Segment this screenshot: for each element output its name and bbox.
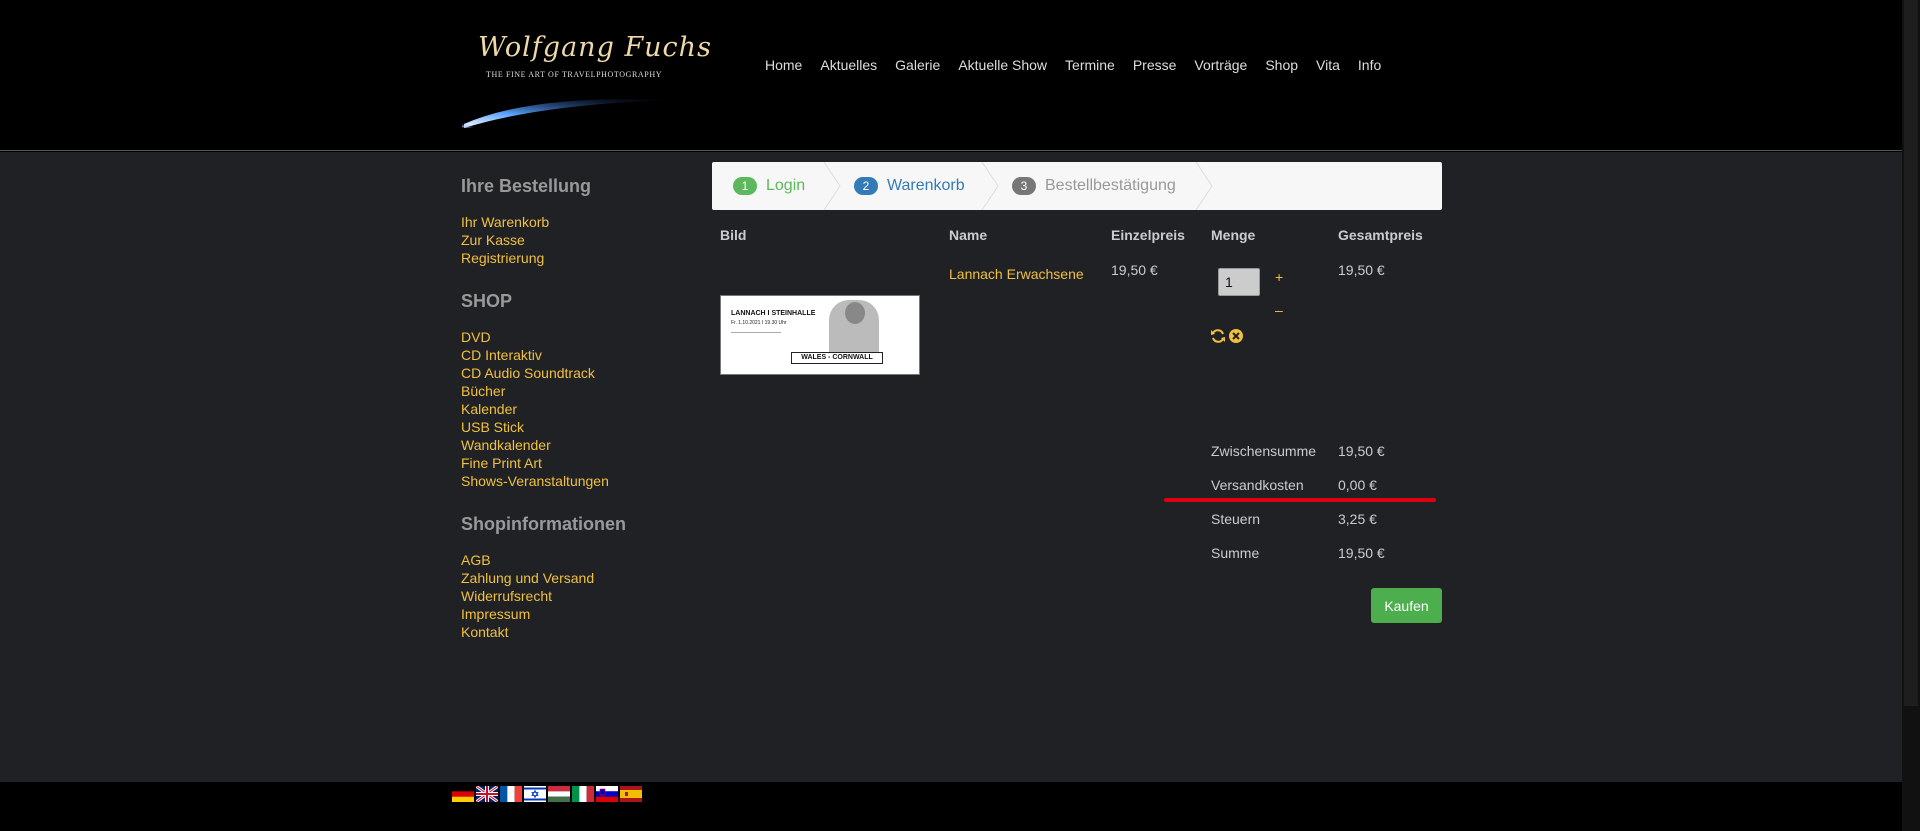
- sidebar-list-bestellung: Ihr Warenkorb Zur Kasse Registrierung: [461, 213, 691, 267]
- flag-de-icon[interactable]: [452, 786, 474, 802]
- buy-button[interactable]: Kaufen: [1371, 588, 1442, 623]
- quantity-input[interactable]: [1218, 268, 1260, 296]
- ticket-date: Fr. 1.10.2021 I 19.30 Uhr: [731, 320, 787, 326]
- summary-label-versandkosten: Versandkosten: [1211, 477, 1304, 493]
- flag-gb-icon[interactable]: [476, 786, 498, 802]
- flag-es-icon[interactable]: [620, 786, 642, 802]
- step-badge-1: 1: [733, 177, 757, 195]
- nav-vortraege[interactable]: Vorträge: [1194, 57, 1247, 73]
- summary-value-summe: 19,50 €: [1338, 545, 1385, 561]
- summary-value-versandkosten: 0,00 €: [1338, 477, 1377, 493]
- nav-shop[interactable]: Shop: [1265, 57, 1298, 73]
- site-footer: [0, 782, 1902, 831]
- flag-it-icon[interactable]: [572, 786, 594, 802]
- sidebar-item-fine-print-art[interactable]: Fine Print Art: [461, 455, 542, 471]
- ticket-show-title: WALES - CORNWALL: [791, 352, 883, 364]
- summary-label-steuern: Steuern: [1211, 511, 1261, 527]
- product-name-link[interactable]: Lannach Erwachsene: [949, 266, 1084, 282]
- ticket-lines: [731, 332, 781, 368]
- summary-value-zwischensumme: 19,50 €: [1338, 443, 1385, 459]
- nav-vita[interactable]: Vita: [1316, 57, 1340, 73]
- ticket-portrait-head: [845, 302, 865, 324]
- scrollbar-thumb[interactable]: [1904, 0, 1918, 706]
- sidebar-item-warenkorb[interactable]: Ihr Warenkorb: [461, 214, 549, 230]
- sidebar-item-usb-stick[interactable]: USB Stick: [461, 419, 524, 435]
- logo-title: Wolfgang Fuchs: [478, 32, 712, 63]
- unit-price: 19,50 €: [1111, 262, 1158, 278]
- sidebar-heading-shop: SHOP: [461, 291, 513, 311]
- col-header-bild: Bild: [720, 227, 747, 243]
- step-label-bestaetigung: Bestellbestätigung: [1045, 177, 1176, 194]
- summary-label-zwischensumme: Zwischensumme: [1211, 443, 1317, 459]
- nav-info[interactable]: Info: [1358, 57, 1381, 73]
- nav-galerie[interactable]: Galerie: [895, 57, 940, 73]
- sidebar-item-cd-audio[interactable]: CD Audio Soundtrack: [461, 365, 595, 381]
- language-flags: [452, 786, 644, 802]
- nav-home[interactable]: Home: [765, 57, 802, 73]
- flag-hu-icon[interactable]: [548, 786, 570, 802]
- nav-presse[interactable]: Presse: [1133, 57, 1177, 73]
- step-bestaetigung[interactable]: 3 Bestellbestätigung: [1012, 162, 1176, 210]
- flag-il-icon[interactable]: [524, 786, 546, 802]
- sidebar-item-dvd[interactable]: DVD: [461, 329, 491, 345]
- logo-light-arc-icon: [462, 99, 674, 128]
- ticket-venue: LANNACH I STEINHALLE: [731, 310, 816, 317]
- main-nav: Home Aktuelles Galerie Aktuelle Show Ter…: [756, 57, 1390, 73]
- sidebar-item-agb[interactable]: AGB: [461, 552, 491, 568]
- remove-item-icon[interactable]: [1228, 328, 1244, 344]
- col-header-name: Name: [949, 227, 988, 243]
- step-warenkorb[interactable]: 2 Warenkorb: [854, 162, 965, 210]
- nav-aktuelle-show[interactable]: Aktuelle Show: [958, 57, 1047, 73]
- sidebar-item-cd-interaktiv[interactable]: CD Interaktiv: [461, 347, 542, 363]
- sidebar-list-shopinfo: AGB Zahlung und Versand Widerrufsrecht I…: [461, 551, 691, 641]
- checkout-steps: 1 Login 2 Warenkorb 3 Bestellbestätigung: [712, 162, 1442, 210]
- site-header: Wolfgang Fuchs THE FINE ART OF TRAVELPHO…: [0, 0, 1902, 151]
- sidebar-item-zur-kasse[interactable]: Zur Kasse: [461, 232, 525, 248]
- sidebar-heading-shopinfo: Shopinformationen: [461, 514, 626, 534]
- sidebar-item-kalender[interactable]: Kalender: [461, 401, 517, 417]
- sidebar-item-wandkalender[interactable]: Wandkalender: [461, 437, 551, 453]
- sidebar-item-widerruf[interactable]: Widerrufsrecht: [461, 588, 552, 604]
- col-header-einzelpreis: Einzelpreis: [1111, 227, 1185, 243]
- step-badge-2: 2: [854, 177, 878, 195]
- step-login[interactable]: 1 Login: [733, 162, 805, 210]
- product-image[interactable]: LANNACH I STEINHALLE Fr. 1.10.2021 I 19.…: [720, 295, 920, 375]
- refresh-icon[interactable]: [1210, 328, 1226, 344]
- step-badge-3: 3: [1012, 177, 1036, 195]
- highlight-underline: [1164, 498, 1436, 502]
- step-label-warenkorb: Warenkorb: [887, 177, 965, 194]
- col-header-menge: Menge: [1211, 227, 1256, 243]
- sidebar-item-zahlung[interactable]: Zahlung und Versand: [461, 570, 594, 586]
- sidebar-item-impressum[interactable]: Impressum: [461, 606, 530, 622]
- step-separator-icon: [981, 162, 999, 210]
- step-separator-icon: [1195, 162, 1213, 210]
- site-logo[interactable]: Wolfgang Fuchs THE FINE ART OF TRAVELPHO…: [462, 28, 711, 128]
- nav-termine[interactable]: Termine: [1065, 57, 1115, 73]
- sidebar-list-shop: DVD CD Interaktiv CD Audio Soundtrack Bü…: [461, 328, 691, 490]
- flag-si-icon[interactable]: [596, 786, 618, 802]
- quantity-decrease-button[interactable]: –: [1275, 302, 1283, 318]
- quantity-increase-button[interactable]: +: [1275, 269, 1283, 285]
- nav-aktuelles[interactable]: Aktuelles: [820, 57, 877, 73]
- summary-value-steuern: 3,25 €: [1338, 511, 1377, 527]
- sidebar-item-registrierung[interactable]: Registrierung: [461, 250, 544, 266]
- step-separator-icon: [823, 162, 841, 210]
- step-label-login: Login: [766, 177, 806, 194]
- page-scrollbar[interactable]: [1902, 0, 1920, 831]
- col-header-gesamtpreis: Gesamtpreis: [1338, 227, 1423, 243]
- sidebar-item-kontakt[interactable]: Kontakt: [461, 624, 508, 640]
- sidebar-item-buecher[interactable]: Bücher: [461, 383, 505, 399]
- summary-label-summe: Summe: [1211, 545, 1260, 561]
- sidebar-heading-bestellung: Ihre Bestellung: [461, 176, 592, 196]
- main-content: Ihre Bestellung Ihr Warenkorb Zur Kasse …: [0, 152, 1902, 782]
- flag-fr-icon[interactable]: [500, 786, 522, 802]
- sidebar: Ihre Bestellung Ihr Warenkorb Zur Kasse …: [461, 176, 691, 665]
- sidebar-item-shows[interactable]: Shows-Veranstaltungen: [461, 473, 609, 489]
- line-total: 19,50 €: [1338, 262, 1385, 278]
